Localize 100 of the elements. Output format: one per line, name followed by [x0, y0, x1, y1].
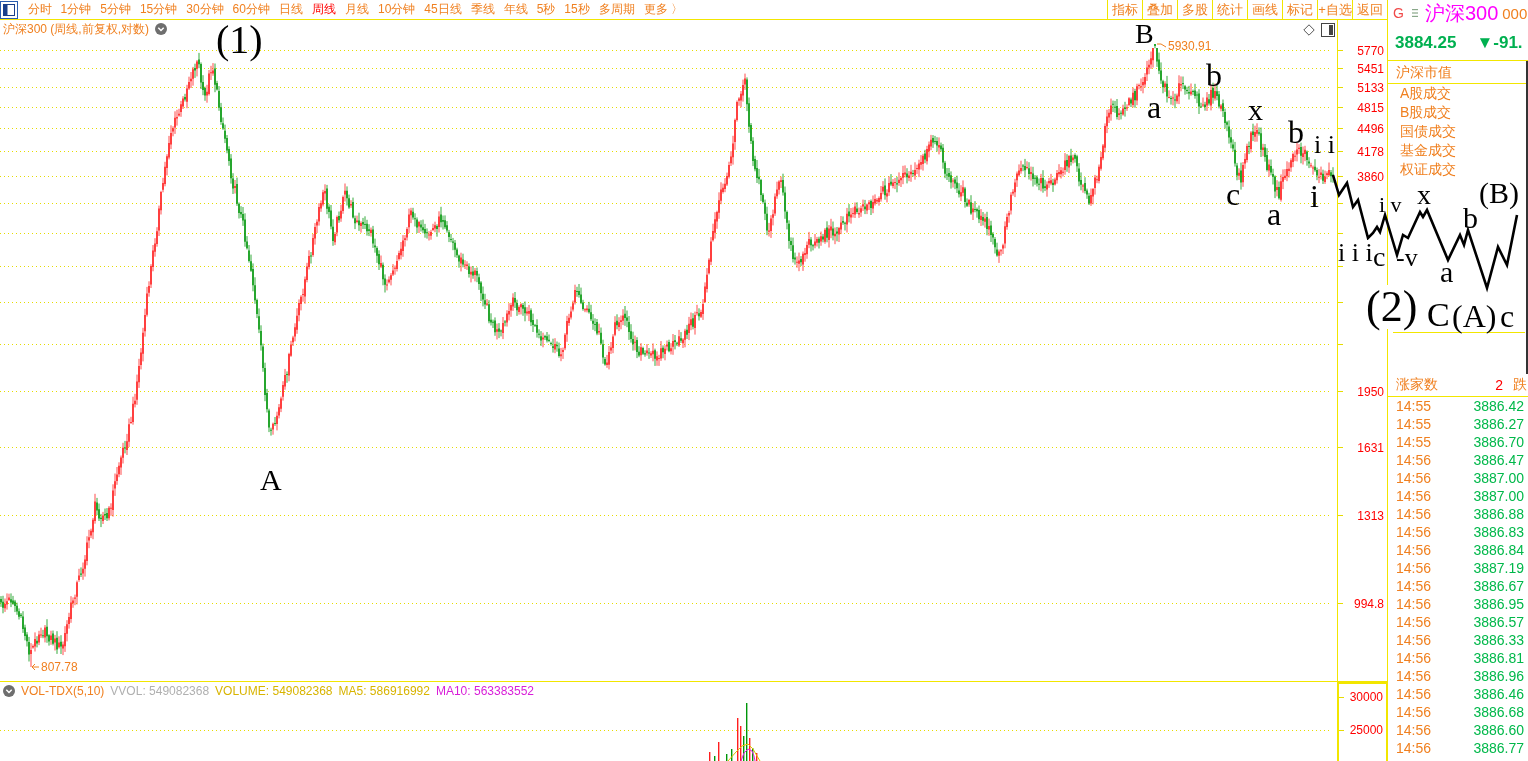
wave-label: (B) — [1479, 178, 1519, 208]
more-button[interactable]: 更多 〉 — [639, 0, 688, 19]
market-item[interactable]: B股成交 — [1388, 103, 1526, 122]
tick-time: 14:56 — [1396, 578, 1432, 594]
diamond-icon[interactable] — [1303, 24, 1315, 36]
tick-price: 3886.47 — [1473, 452, 1524, 468]
period-tab[interactable]: 5分钟 — [95, 0, 136, 19]
tick-time: 14:56 — [1396, 452, 1432, 468]
toolbar-button[interactable]: 标记 — [1282, 0, 1317, 19]
index-name: 沪深300 — [1424, 0, 1499, 26]
period-tab[interactable]: 分时 — [23, 0, 56, 19]
wave-label: -v — [1396, 245, 1418, 271]
indicator-value: MA10: 563383552 — [435, 684, 535, 698]
tick-price: 3886.46 — [1473, 686, 1524, 702]
period-tab[interactable]: 30分钟 — [181, 0, 229, 19]
period-tab[interactable]: 45日线 — [419, 0, 467, 19]
chevron-down-icon[interactable] — [155, 23, 167, 35]
period-tab[interactable]: 1分钟 — [56, 0, 96, 19]
wave-label: c — [1226, 178, 1241, 210]
price-change: ▼-91. — [1476, 33, 1523, 53]
period-tab[interactable]: 15秒 — [559, 0, 595, 19]
tick-time: 14:56 — [1396, 668, 1432, 684]
tick-time: 14:55 — [1396, 398, 1432, 414]
wave-label: b — [1206, 59, 1222, 91]
tick-price: 3886.27 — [1473, 416, 1524, 432]
tick-time: 14:56 — [1396, 506, 1432, 522]
index-code: 000 — [1502, 4, 1528, 22]
wave-label: i i — [1314, 132, 1335, 158]
toolbar-button[interactable]: 多股 — [1177, 0, 1212, 19]
period-tab[interactable]: 月线 — [340, 0, 374, 19]
axis-label: 1950 — [1357, 384, 1384, 399]
breadth-label: 涨家数 — [1396, 376, 1438, 394]
tick-price: 3886.33 — [1473, 632, 1524, 648]
axis-label: 5451 — [1357, 61, 1384, 76]
tick-price: 3886.68 — [1473, 704, 1524, 720]
market-item[interactable]: 基金成交 — [1388, 141, 1526, 160]
tick-time: 14:56 — [1396, 704, 1432, 720]
axis-label: 1631 — [1357, 440, 1384, 455]
period-tab[interactable]: 周线 — [307, 0, 341, 19]
period-tab[interactable]: 季线 — [466, 0, 500, 19]
price-marker: 807.78 — [41, 660, 78, 674]
tick-price: 3886.96 — [1473, 668, 1524, 684]
market-item[interactable]: 国债成交 — [1388, 122, 1526, 141]
wave-label: i — [1310, 180, 1319, 212]
tick-time: 14:56 — [1396, 614, 1432, 630]
wave-label: b — [1288, 116, 1304, 148]
market-item[interactable]: A股成交 — [1388, 84, 1526, 103]
toolbar-button[interactable]: 指标 — [1107, 0, 1142, 19]
tick-price: 3887.00 — [1473, 488, 1524, 504]
tick-price: 3886.95 — [1473, 596, 1524, 612]
tick-time: 14:56 — [1396, 470, 1432, 486]
wave-label: a — [1147, 91, 1162, 123]
tick-time: 14:56 — [1396, 686, 1432, 702]
tick-price: 3887.00 — [1473, 470, 1524, 486]
indicator-name[interactable]: VOL-TDX(5,10) — [21, 684, 105, 698]
wave-label: x — [1248, 95, 1263, 125]
market-item[interactable]: 权证成交 — [1388, 160, 1526, 179]
toolbar-button[interactable]: 统计 — [1212, 0, 1247, 19]
wave-label: a — [1267, 198, 1282, 230]
period-tab[interactable]: 60分钟 — [228, 0, 275, 19]
toolbar-button[interactable]: 画线 — [1247, 0, 1282, 19]
menu-icon[interactable] — [1411, 8, 1418, 18]
axis-label: 25000 — [1349, 723, 1383, 737]
wave-label: i v — [1379, 194, 1402, 216]
tick-time: 14:55 — [1396, 434, 1432, 450]
panel-icon[interactable] — [0, 0, 18, 19]
leader-line — [1156, 43, 1167, 48]
tick-price: 3886.88 — [1473, 506, 1524, 522]
wave-label: (1) — [216, 20, 263, 60]
axis-label: 4815 — [1357, 100, 1384, 115]
period-tab[interactable]: 年线 — [499, 0, 533, 19]
price-marker: 5930.91 — [1168, 39, 1212, 53]
panel-icon[interactable] — [1321, 23, 1335, 37]
period-tab[interactable]: 5秒 — [532, 0, 560, 19]
tick-price: 3886.81 — [1473, 650, 1524, 666]
last-price: 3884.25 — [1395, 33, 1457, 53]
chart-title: 沪深300 (周线,前复权,对数) — [3, 20, 149, 38]
tick-price: 3886.60 — [1473, 722, 1524, 738]
tick-price: 3886.70 — [1473, 434, 1524, 450]
chevron-down-icon[interactable] — [3, 685, 15, 697]
decline-label: 跌 — [1513, 376, 1527, 394]
indicator-value: MA5: 586916992 — [338, 684, 430, 698]
period-tab[interactable]: 15分钟 — [135, 0, 182, 19]
axis-label: 5770 — [1357, 43, 1384, 58]
period-tab[interactable]: 10分钟 — [373, 0, 420, 19]
indicator-value: VOLUME: 549082368 — [215, 684, 333, 698]
tick-time: 14:56 — [1396, 596, 1432, 612]
wave-label: A — [260, 465, 282, 495]
tick-price: 3886.57 — [1473, 614, 1524, 630]
toolbar-button[interactable]: 叠加 — [1142, 0, 1177, 19]
toolbar-button[interactable]: +自选 — [1317, 0, 1352, 19]
axis-label: 4496 — [1357, 121, 1384, 136]
period-tab[interactable]: 多周期 — [594, 0, 640, 19]
period-tab[interactable]: 日线 — [274, 0, 308, 19]
toolbar-button[interactable]: 返回 — [1352, 0, 1388, 19]
tick-time: 14:56 — [1396, 650, 1432, 666]
market-tag: G — [1393, 5, 1404, 21]
breadth-value: 2 — [1495, 377, 1503, 393]
tick-time: 14:56 — [1396, 740, 1432, 756]
section-title[interactable]: 沪深市值 — [1388, 61, 1526, 84]
